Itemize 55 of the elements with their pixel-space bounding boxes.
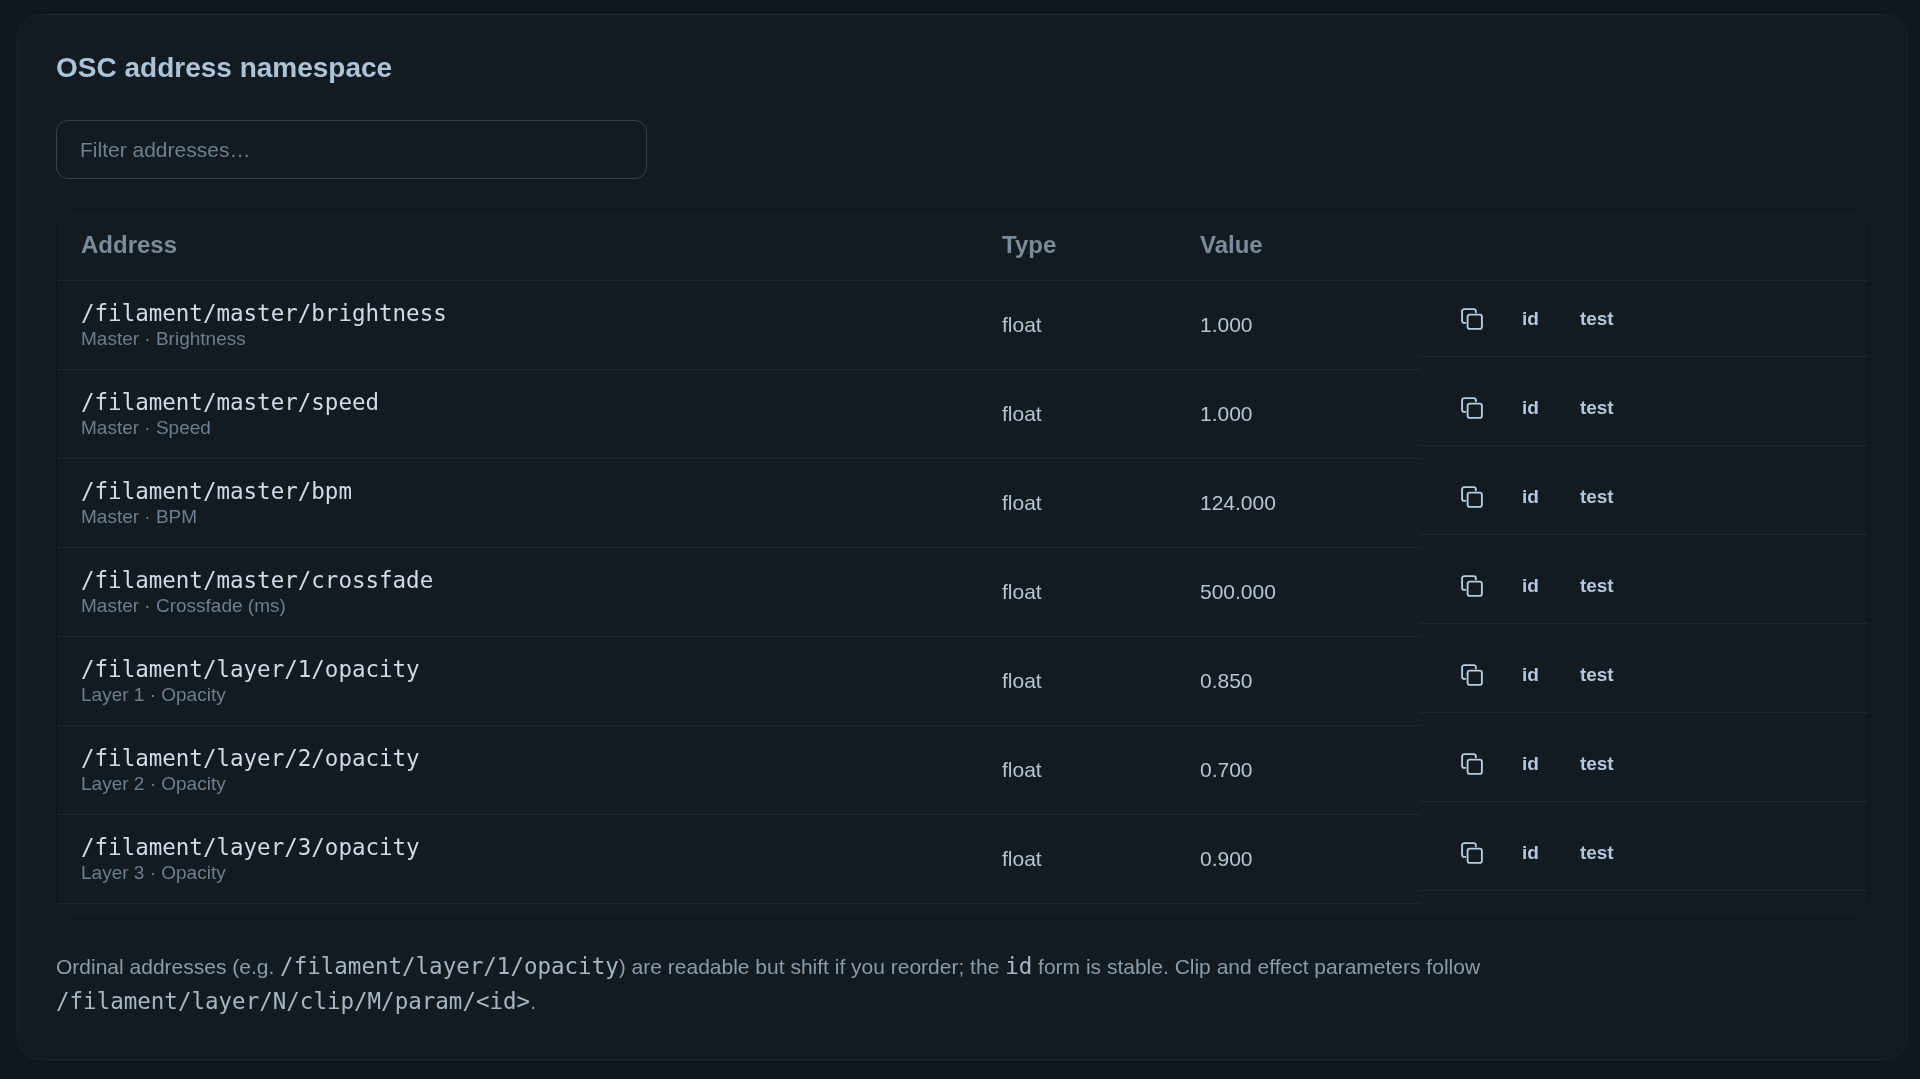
action-button[interactable]: id [1514,389,1547,426]
type-text: float [1002,846,1042,872]
type-text: float [1002,490,1042,516]
type-text: float [1002,401,1042,427]
value-text: 0.900 [1200,846,1253,872]
address-path: /filament/layer/1/opacity [81,655,420,683]
value-text: 0.700 [1200,757,1253,783]
action-button[interactable]: test [1571,567,1622,604]
address-path: /filament/layer/3/opacity [81,833,420,861]
type-text: float [1002,312,1042,338]
column-header: Address [80,231,179,259]
address-label: Master · BPM [81,504,198,529]
column-header: Type [1001,231,1058,259]
copy-icon [1461,841,1483,864]
action-button[interactable]: test [1571,834,1622,871]
copy-icon [1461,752,1483,775]
copy-icon [1461,574,1483,597]
address-path: /filament/master/speed [81,388,379,416]
copy-icon [1461,485,1483,508]
address-label: Master · Brightness [81,326,246,351]
address-label: Master · Speed [81,415,211,440]
action-button[interactable]: test [1571,478,1622,515]
type-text: float [1002,757,1042,783]
action-button[interactable]: test [1571,389,1622,426]
address-path: /filament/master/bpm [81,477,352,505]
address-path: /filament/layer/2/opacity [81,744,420,772]
column-header: Value [1199,231,1264,259]
address-path: /filament/master/brightness [81,299,447,327]
footnote-text: Ordinal addresses (e.g. /filament/layer/1/opacity) are readable but shift if you reorder; the id form is stable. Clip and effect parameters follow /filament/layer/N/clip/M/param/<id>. [56,952,1482,1016]
action-button[interactable]: id [1514,567,1547,604]
value-text: 0.850 [1200,668,1253,694]
panel-title: OSC address namespace [56,52,394,84]
copy-icon [1461,396,1483,419]
type-text: float [1002,579,1042,605]
action-button[interactable]: id [1514,478,1547,515]
value-text: 124.000 [1200,490,1276,516]
action-button[interactable]: test [1571,300,1622,337]
action-button[interactable]: id [1514,300,1547,337]
address-label: Master · Crossfade (ms) [81,593,286,618]
action-button[interactable]: id [1514,656,1547,693]
copy-icon [1461,307,1483,330]
type-text: float [1002,668,1042,694]
value-text: 1.000 [1200,312,1253,338]
action-button[interactable]: test [1571,656,1622,693]
action-button[interactable]: test [1571,745,1622,782]
action-button[interactable]: id [1514,834,1547,871]
value-text: 500.000 [1200,579,1276,605]
address-path: /filament/master/crossfade [81,566,434,594]
copy-icon [1461,663,1483,686]
filter-field[interactable]: Filter addresses… [56,120,647,179]
address-label: Layer 2 · Opacity [81,771,226,796]
address-label: Layer 1 · Opacity [81,682,226,707]
value-text: 1.000 [1200,401,1253,427]
address-label: Layer 3 · Opacity [81,860,226,885]
action-button[interactable]: id [1514,745,1547,782]
